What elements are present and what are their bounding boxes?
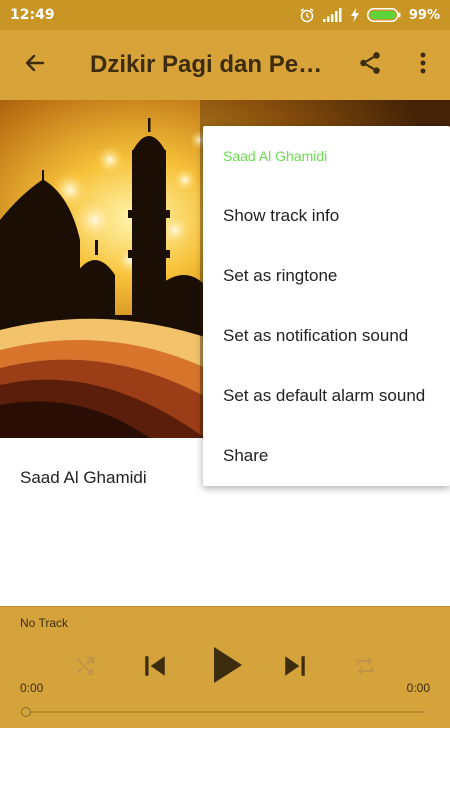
skip-next-icon <box>282 653 308 684</box>
player-bar: No Track 0:00 0:00 <box>0 606 450 728</box>
seek-thumb[interactable] <box>21 707 31 717</box>
repeat-button[interactable] <box>350 653 380 683</box>
more-options-button[interactable] <box>405 45 441 85</box>
menu-item-share[interactable]: Share <box>203 426 450 486</box>
menu-item-label: Set as notification sound <box>223 326 409 345</box>
back-arrow-icon <box>23 51 47 80</box>
elapsed-time: 0:00 <box>20 681 44 695</box>
menu-item-show-track-info[interactable]: Show track info <box>203 186 450 246</box>
play-icon <box>212 646 244 689</box>
bottom-area <box>0 728 450 800</box>
skip-previous-button[interactable] <box>138 651 172 685</box>
menu-item-label: Set as ringtone <box>223 266 338 285</box>
shuffle-button[interactable] <box>70 653 100 683</box>
battery-percent: 99% <box>408 7 440 23</box>
alarm-icon <box>299 7 315 23</box>
total-time: 0:00 <box>406 681 430 695</box>
charging-icon <box>350 8 359 22</box>
play-button[interactable] <box>206 645 250 689</box>
track-title: Saad Al Ghamidi <box>20 468 147 487</box>
repeat-icon <box>353 654 377 683</box>
shuffle-icon <box>73 654 97 683</box>
share-icon <box>357 50 383 81</box>
skip-previous-icon <box>142 653 168 684</box>
battery-icon <box>366 8 401 22</box>
page-title: Dzikir Pagi dan Petang <box>90 51 330 78</box>
menu-item-label: Set as default alarm sound <box>223 386 426 405</box>
status-icons: 99% <box>299 7 440 23</box>
seek-bar[interactable] <box>28 711 424 713</box>
overflow-menu: Saad Al Ghamidi Show track info Set as r… <box>203 126 450 486</box>
status-time: 12:49 <box>10 7 55 23</box>
menu-item-label: Share <box>223 446 269 465</box>
app-bar: Dzikir Pagi dan Petang <box>0 30 450 100</box>
more-vert-icon <box>420 52 426 79</box>
back-button[interactable] <box>0 30 70 100</box>
share-button[interactable] <box>350 45 390 85</box>
skip-next-button[interactable] <box>278 651 312 685</box>
menu-item-set-as-notification-sound[interactable]: Set as notification sound <box>203 306 450 366</box>
menu-item-set-as-ringtone[interactable]: Set as ringtone <box>203 246 450 306</box>
now-playing-label: No Track <box>20 616 69 630</box>
menu-item-label: Show track info <box>223 206 340 225</box>
menu-header: Saad Al Ghamidi <box>223 148 328 164</box>
status-bar: 12:49 99% <box>0 0 450 30</box>
signal-icon <box>322 8 343 22</box>
menu-item-set-as-alarm-sound[interactable]: Set as default alarm sound <box>203 366 450 426</box>
